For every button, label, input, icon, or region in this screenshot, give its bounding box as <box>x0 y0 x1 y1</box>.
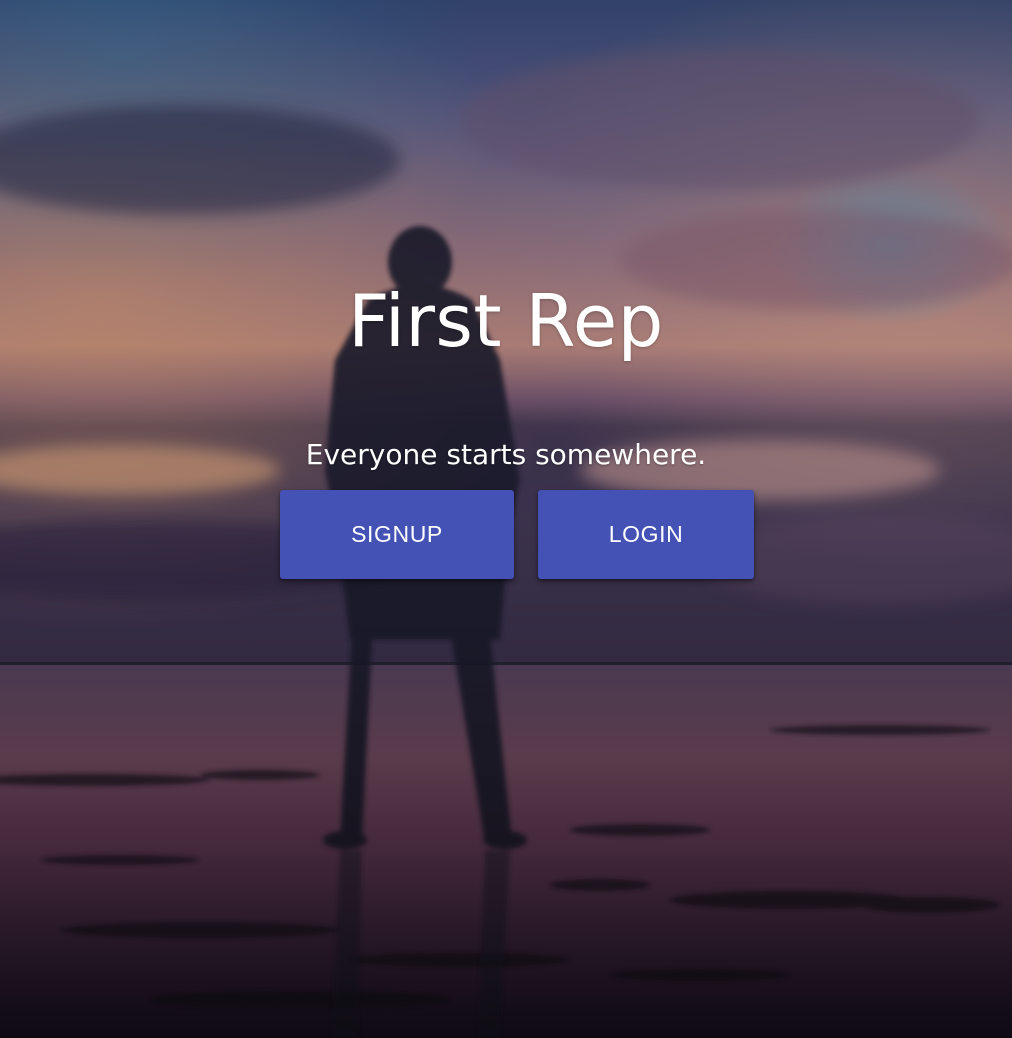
signup-button[interactable]: SIGNUP <box>280 490 514 579</box>
login-button[interactable]: LOGIN <box>538 490 754 579</box>
tagline: Everyone starts somewhere. <box>305 438 707 471</box>
hero-content: First Rep Everyone starts somewhere. SIG… <box>0 0 1012 1038</box>
landing-hero: First Rep Everyone starts somewhere. SIG… <box>0 0 1012 1038</box>
app-title: First Rep <box>348 279 664 363</box>
